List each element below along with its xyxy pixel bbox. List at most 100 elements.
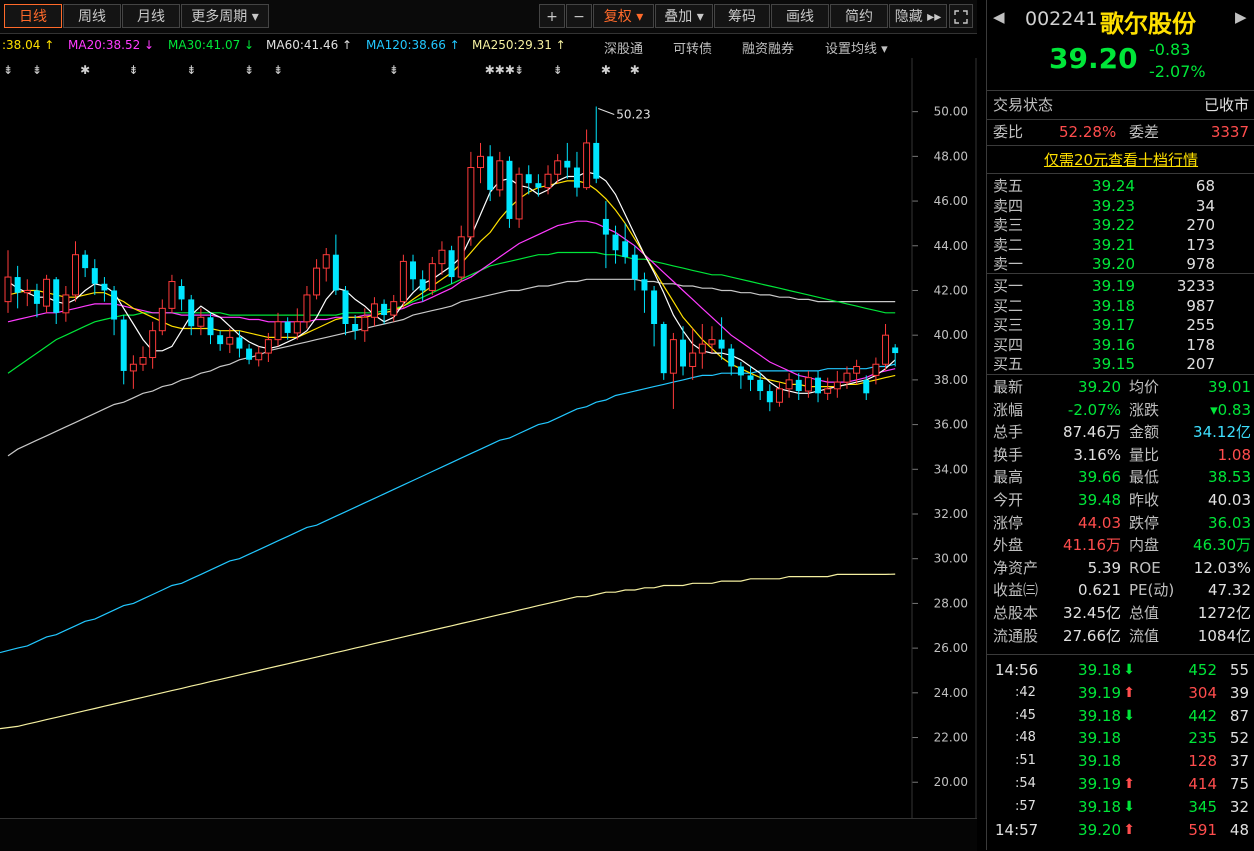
ask-row[interactable]: 卖三 39.22 270 [987,215,1254,235]
stat-row: 外盘 41.16万 内盘 46.30万 [987,534,1254,556]
stat-label: 昨收 [1129,491,1160,509]
event-marker-icon[interactable]: ⇟ [3,63,13,77]
ask-level-label: 卖二 [993,235,1024,254]
overlay-dropdown[interactable]: 叠加 ▾ [655,4,713,28]
event-marker-icon[interactable]: ✱✱✱ [485,63,515,77]
candle [111,286,118,336]
candle [815,370,822,403]
y-tick-label: 46.00 [934,194,968,208]
ma-settings-dropdown[interactable]: 设置均线 ▾ [825,38,888,57]
next-stock-icon[interactable]: ▶ [1235,8,1247,26]
bid-level-label: 买四 [993,335,1024,354]
event-marker-icon[interactable]: ⇟ [244,63,254,77]
ask-row[interactable]: 卖四 39.23 34 [987,196,1254,216]
adjust-dropdown[interactable]: 复权 ▾ [593,4,654,28]
event-marker-icon[interactable]: ⇟ [389,63,399,77]
event-marker-icon[interactable]: ⇟ [32,63,42,77]
hide-panel-button[interactable]: 隐藏 ▸▸ [889,4,947,28]
tick-time: :45 [1015,707,1036,723]
bid-row[interactable]: 买三 39.17 255 [987,315,1254,335]
tick-count: 39 [1229,683,1249,702]
chips-button[interactable]: 筹码 [714,4,770,28]
candle [217,330,224,351]
candle [332,234,339,295]
candle [207,312,214,345]
max-price-label: 50.23 [616,108,650,122]
candle [795,373,802,400]
zoom-in-button[interactable]: + [539,4,565,28]
tick-time: 14:56 [995,661,1039,679]
weicha-value: 3337 [1210,123,1249,141]
tick-volume: 452 [1188,661,1217,679]
simple-mode-button[interactable]: 简约 [830,4,888,28]
tick-price: 39.19 [1078,683,1121,702]
candle [457,225,465,282]
tick-direction-icon: ⬆ [1123,776,1135,792]
event-marker-icon[interactable]: ⇟ [128,63,138,77]
tick-direction-icon: ⬇ [1123,662,1135,678]
tick-direction-icon: ⬆ [1123,684,1135,701]
candle [419,270,426,302]
candle [785,373,793,398]
y-tick-label: 22.00 [934,731,968,745]
event-marker-icon[interactable]: ⇟ [186,63,196,77]
tick-count: 75 [1229,775,1249,793]
fullscreen-icon[interactable] [949,4,973,28]
y-tick-label: 20.00 [934,775,968,789]
tick-count: 37 [1229,752,1249,771]
ma10-value: :38.04 ↑ [2,38,55,52]
tick-time: :57 [1015,798,1036,814]
bid-price: 39.18 [1092,296,1135,315]
ask-price: 39.23 [1092,196,1135,215]
candle [544,165,552,195]
bid-row[interactable]: 买二 39.18 987 [987,296,1254,316]
candle [342,286,349,336]
candle [593,106,600,184]
stat-row: 最新 39.20 均价 39.01 [987,376,1254,398]
stat-label: 收益㈢ [993,581,1039,600]
event-marker-icon[interactable]: ✱ [80,63,90,77]
bid-row[interactable]: 买一 39.19 3233 [987,276,1254,296]
tab-monthly[interactable]: 月线 [122,4,180,28]
candle [370,297,378,327]
quote-panel: ◀ 002241 歌尔股份 ▶ 39.20 -0.83 -2.07% 交易状态 … [986,0,1254,850]
link-margin-trading[interactable]: 融资融券 [742,38,794,57]
prev-stock-icon[interactable]: ◀ [993,8,1005,26]
stat-value: 34.12亿 [1193,423,1251,442]
stat-row: 流通股 27.66亿 流值 1084亿 [987,625,1254,647]
stat-label: 涨跌 [1129,400,1160,419]
ask-row[interactable]: 卖二 39.21 173 [987,235,1254,255]
event-marker-icon[interactable]: ⇟ [273,63,283,77]
tick-row: :48 39.18 235 52 [987,727,1254,749]
bid-row[interactable]: 买四 39.16 178 [987,335,1254,355]
ask-row[interactable]: 卖一 39.20 978 [987,254,1254,274]
ask-row[interactable]: 卖五 39.24 68 [987,176,1254,196]
stat-value: 44.03 [1078,513,1121,532]
ask-level-label: 卖一 [993,255,1024,273]
candle [255,346,263,367]
tab-daily[interactable]: 日线 [4,4,62,28]
event-marker-icon[interactable]: ✱ [630,63,640,77]
tick-price: 39.19 [1078,775,1121,793]
bid-row[interactable]: 买五 39.15 207 [987,354,1254,374]
stat-value: 39.20 [1078,378,1121,396]
candle [399,254,407,309]
zoom-out-button[interactable]: − [566,4,592,28]
link-hk-connect[interactable]: 深股通 [604,38,643,57]
level2-promo-link[interactable]: 仅需20元查看十档行情 [1044,151,1198,169]
tab-weekly[interactable]: 周线 [63,4,121,28]
event-marker-icon[interactable]: ✱ [601,63,611,77]
more-periods-dropdown[interactable]: 更多周期 ▾ [181,4,269,28]
event-marker-icon[interactable]: ⇟ [514,63,524,77]
stat-value: 5.39 [1087,558,1121,577]
stat-label: 量比 [1129,445,1160,464]
stat-label: PE(动) [1129,581,1175,600]
link-convertible-bond[interactable]: 可转债 [673,38,712,57]
ask-price: 39.20 [1092,255,1135,273]
candlestick-chart[interactable]: ⇟ ⇟ ✱ ⇟ ⇟ ⇟ ⇟ ⇟ ✱✱✱ ⇟ ⇟ ✱ ✱ 50.0048.0046.0044.0042.0… [0,58,977,818]
weicha-label: 委差 [1129,123,1160,141]
tick-count: 87 [1229,706,1249,725]
bid-volume: 178 [1186,335,1215,354]
draw-line-button[interactable]: 画线 [771,4,829,28]
event-marker-icon[interactable]: ⇟ [553,63,563,77]
